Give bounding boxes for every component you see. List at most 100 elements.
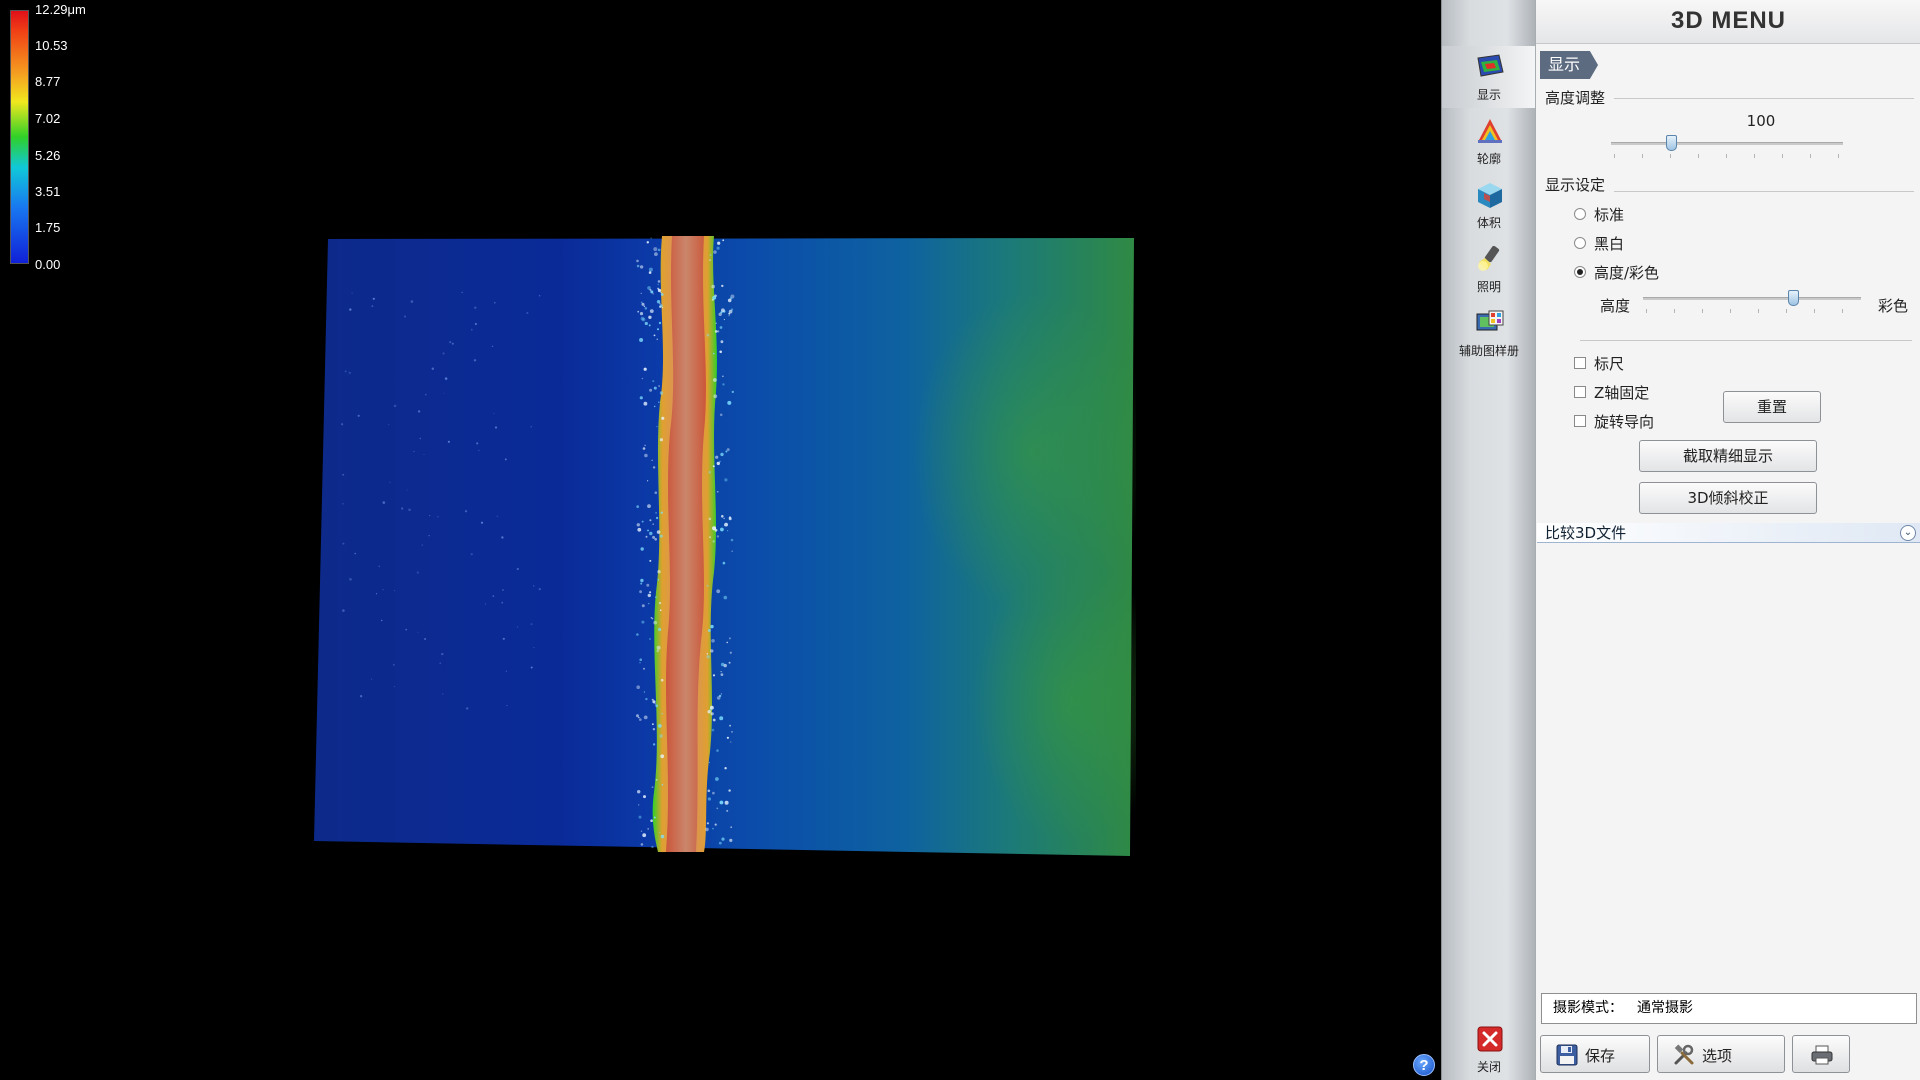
surface-speckle xyxy=(654,252,658,256)
capture-fine-display-button[interactable]: 截取精细显示 xyxy=(1639,440,1817,472)
surface-speckle xyxy=(720,340,724,344)
surface-speckle xyxy=(351,292,353,294)
surface-speckle xyxy=(652,743,656,746)
surface-speckle xyxy=(648,324,651,327)
blend-slider-thumb[interactable] xyxy=(1788,290,1799,306)
surface-speckle xyxy=(341,423,344,426)
surface-speckle xyxy=(372,297,375,300)
surface-speckle xyxy=(429,515,431,517)
surface-speckle xyxy=(707,789,711,793)
surface-speckle xyxy=(731,550,733,552)
surface-speckle xyxy=(729,724,731,727)
surface-speckle xyxy=(388,423,390,425)
surface-speckle xyxy=(478,449,480,452)
tool-volume[interactable]: 体积 xyxy=(1442,174,1536,236)
checkbox-box[interactable] xyxy=(1574,357,1586,369)
legend-label: 7.02 xyxy=(35,111,61,126)
3d-viewport[interactable]: 12.29μm 10.53 8.77 7.02 5.26 3.51 1.75 0… xyxy=(0,0,1441,1080)
surface-speckle xyxy=(643,367,647,371)
surface-speckle xyxy=(416,571,420,574)
image-album-icon xyxy=(1476,310,1504,331)
surface-speckle xyxy=(639,396,643,400)
surface-speckle xyxy=(659,734,663,738)
checkbox-box[interactable] xyxy=(1574,415,1586,427)
surface-speckle xyxy=(713,378,717,382)
surface-speckle xyxy=(644,307,648,310)
surface-speckle xyxy=(354,552,356,555)
compare-3d-files-header[interactable]: 比较3D文件 ⌄ xyxy=(1537,523,1920,543)
radio-circle-selected[interactable] xyxy=(1574,266,1586,278)
surface-speckle xyxy=(640,547,644,551)
surface-speckle xyxy=(652,535,656,539)
surface-speckle xyxy=(660,678,664,682)
checkbox-box[interactable] xyxy=(1574,386,1586,398)
legend-label: 1.75 xyxy=(35,220,61,235)
options-label: 选项 xyxy=(1702,1047,1733,1065)
surface-speckle xyxy=(516,626,519,628)
surface-speckle xyxy=(656,530,661,534)
reset-button[interactable]: 重置 xyxy=(1723,391,1821,423)
height-adjust-slider-track[interactable] xyxy=(1611,142,1843,145)
surface-speckle xyxy=(492,595,495,597)
help-button[interactable]: ? xyxy=(1413,1054,1435,1076)
surface-speckle xyxy=(647,504,651,508)
surface-speckle xyxy=(657,280,661,283)
surface-speckle xyxy=(652,293,654,295)
options-button[interactable]: 选项 xyxy=(1657,1035,1785,1073)
surface-speckle xyxy=(417,631,419,633)
surface-speckle xyxy=(642,833,647,838)
radio-circle[interactable] xyxy=(1574,208,1586,220)
chevron-down-icon[interactable]: ⌄ xyxy=(1900,525,1916,541)
surface-speckle xyxy=(643,715,648,720)
surface-render[interactable] xyxy=(312,232,1136,856)
surface-speckle xyxy=(709,254,712,256)
surface-speckle xyxy=(722,375,724,378)
surface-speckle xyxy=(661,416,665,420)
surface-speckle xyxy=(719,460,721,463)
surface-speckle xyxy=(648,315,652,319)
tool-display[interactable]: 显示 xyxy=(1442,46,1536,108)
surface-speckle xyxy=(661,712,664,715)
surface-speckle xyxy=(648,602,650,605)
surface-speckle xyxy=(655,596,657,599)
surface-speckle xyxy=(724,767,727,770)
menu-title: 3D MENU xyxy=(1536,0,1920,44)
surface-speckle xyxy=(501,536,504,539)
surface-speckle xyxy=(504,458,507,461)
surface-speckle xyxy=(470,328,473,331)
surface-speckle xyxy=(640,292,642,294)
surface-speckle xyxy=(720,527,724,532)
height-adjust-slider-ticks xyxy=(1614,154,1842,158)
surface-speckle xyxy=(650,290,654,294)
tool-lighting[interactable]: 照明 xyxy=(1442,238,1536,300)
print-button[interactable] xyxy=(1792,1035,1850,1073)
3d-tilt-correction-button[interactable]: 3D倾斜校正 xyxy=(1639,482,1817,514)
surface-speckle xyxy=(357,414,360,417)
surface-speckle xyxy=(652,728,656,731)
surface-speckle xyxy=(730,826,733,829)
surface-speckle xyxy=(643,401,648,406)
3d-height-surface[interactable] xyxy=(312,232,1136,856)
surface-speckle xyxy=(708,761,710,764)
tool-image-album[interactable]: 辅助图样册 xyxy=(1442,302,1536,364)
surface-speckle xyxy=(730,538,734,542)
close-button[interactable]: 关闭 xyxy=(1442,1018,1536,1080)
tab-display[interactable]: 显示 xyxy=(1540,51,1599,79)
printer-icon xyxy=(1811,1045,1833,1065)
tool-profile[interactable]: 轮廓 xyxy=(1442,110,1536,172)
surface-speckle xyxy=(502,637,505,640)
surface-speckle xyxy=(661,783,664,786)
surface-speckle xyxy=(658,321,662,325)
surface-speckle xyxy=(725,450,728,453)
surface-speckle xyxy=(642,447,646,450)
surface-speckle xyxy=(344,370,347,373)
surface-speckle xyxy=(726,809,729,812)
radio-circle[interactable] xyxy=(1574,237,1586,249)
save-button[interactable]: 保存 xyxy=(1540,1035,1650,1073)
surface-speckle xyxy=(728,312,731,315)
height-adjust-slider-thumb[interactable] xyxy=(1666,135,1677,151)
surface-speckle xyxy=(722,239,725,242)
surface-speckle xyxy=(401,507,404,510)
blend-slider-track[interactable] xyxy=(1643,297,1861,300)
surface-speckle xyxy=(637,790,641,794)
